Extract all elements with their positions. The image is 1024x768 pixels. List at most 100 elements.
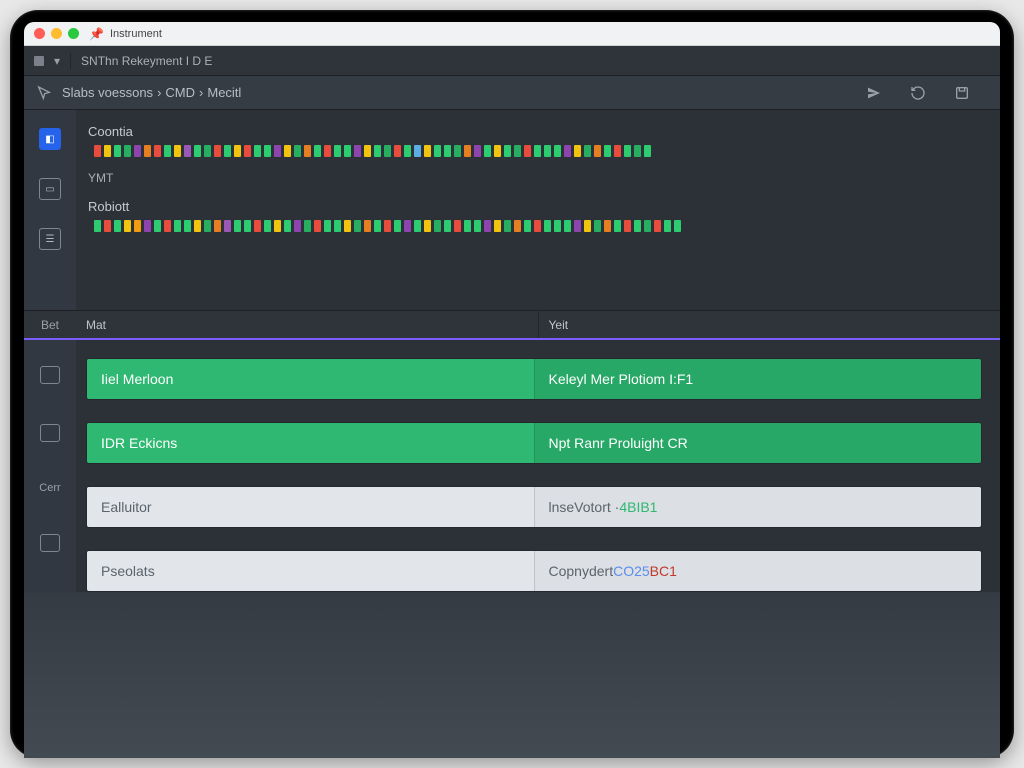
close-icon[interactable]: [34, 28, 45, 39]
code-token: [274, 220, 281, 232]
code-token: [164, 220, 171, 232]
panel-gutter-icon[interactable]: [40, 424, 60, 442]
save-icon[interactable]: [954, 85, 970, 101]
code-token: [334, 145, 341, 157]
code-token: [344, 220, 351, 232]
code-token: [474, 145, 481, 157]
code-token: [324, 220, 331, 232]
panel-cell-left: Ealluitor: [87, 487, 534, 527]
code-token: [214, 220, 221, 232]
code-token: [354, 220, 361, 232]
cell-token: CO25: [613, 563, 650, 579]
code-token: [544, 145, 551, 157]
code-token: [634, 220, 641, 232]
code-token: [224, 220, 231, 232]
code-token: [394, 145, 401, 157]
code-token: [294, 145, 301, 157]
toolbar-left-group: Slabs voessons › CMD › Mecitl: [36, 85, 241, 101]
code-token: [284, 220, 291, 232]
cursor-icon[interactable]: [36, 85, 52, 101]
code-token: [144, 220, 151, 232]
maximize-icon[interactable]: [68, 28, 79, 39]
code-token: [374, 220, 381, 232]
gutter-window-icon[interactable]: ▭: [39, 178, 61, 200]
code-token: [404, 220, 411, 232]
tab-square-icon[interactable]: [34, 56, 44, 66]
gutter-app-icon[interactable]: ◧: [39, 128, 61, 150]
panel-gutter-icon[interactable]: [40, 534, 60, 552]
cell-token: BC1: [650, 563, 677, 579]
panel-row[interactable]: Iiel Merloon Keleyl Mer Plotiom I:F1: [86, 358, 982, 400]
code-token: [514, 145, 521, 157]
code-token: [194, 145, 201, 157]
code-token: [394, 220, 401, 232]
code-token: [484, 145, 491, 157]
code-token-line: [94, 220, 982, 232]
code-token: [94, 220, 101, 232]
code-token: [384, 145, 391, 157]
code-token: [154, 145, 161, 157]
code-token: [314, 220, 321, 232]
gutter-layers-icon[interactable]: ☰: [39, 228, 61, 250]
code-token: [564, 220, 571, 232]
code-token: [354, 145, 361, 157]
panel-row[interactable]: IDR Eckicns Npt Ranr Proluight CR: [86, 422, 982, 464]
empty-footer-area: [24, 592, 1000, 758]
code-token: [604, 220, 611, 232]
code-token: [504, 220, 511, 232]
code-token: [264, 220, 271, 232]
code-token: [564, 145, 571, 157]
minimize-icon[interactable]: [51, 28, 62, 39]
toolbar: Slabs voessons › CMD › Mecitl: [24, 76, 1000, 110]
code-token: [364, 220, 371, 232]
editor-tabbar: ▾ SNThn Rekeyment I D E: [24, 46, 1000, 76]
code-token-line: [94, 145, 982, 157]
code-area[interactable]: Coontia YMT Robiott: [76, 110, 1000, 310]
left-tool-gutter: ◧ ▭ ☰: [24, 110, 76, 310]
code-token: [264, 145, 271, 157]
code-token: [324, 145, 331, 157]
panel-header-col-left[interactable]: Mat: [76, 318, 538, 332]
code-token: [214, 145, 221, 157]
code-region: ◧ ▭ ☰ Coontia YMT Robiott: [24, 110, 1000, 310]
panel-gutter-icon[interactable]: [40, 366, 60, 384]
code-token: [604, 145, 611, 157]
cell-token: 4BIB1: [619, 499, 657, 515]
os-titlebar: 📌 Instrument: [24, 22, 1000, 46]
code-token: [534, 145, 541, 157]
code-token: [444, 145, 451, 157]
code-token: [294, 220, 301, 232]
code-token: [174, 145, 181, 157]
code-token: [164, 145, 171, 157]
panel-header-gutter-label[interactable]: Bet: [24, 318, 76, 332]
code-token: [434, 145, 441, 157]
tab-caret-icon[interactable]: ▾: [54, 54, 60, 68]
refresh-icon[interactable]: [910, 85, 926, 101]
code-token: [534, 220, 541, 232]
code-token: [254, 145, 261, 157]
code-token: [554, 220, 561, 232]
code-token: [644, 145, 651, 157]
code-token: [244, 220, 251, 232]
code-token: [484, 220, 491, 232]
send-icon[interactable]: [866, 85, 882, 101]
code-token: [374, 145, 381, 157]
code-token: [574, 220, 581, 232]
code-token: [124, 220, 131, 232]
breadcrumb-part-3: Mecitl: [207, 85, 241, 100]
code-token: [574, 145, 581, 157]
panel-row[interactable]: Pseolats Copnydert CO25 BC1: [86, 550, 982, 592]
code-token: [184, 220, 191, 232]
code-section-label: YMT: [88, 171, 982, 185]
code-token: [644, 220, 651, 232]
code-token: [104, 145, 111, 157]
workspace: ◧ ▭ ☰ Coontia YMT Robiott: [24, 110, 1000, 758]
tab-main[interactable]: SNThn Rekeyment I D E: [81, 54, 212, 68]
code-token: [134, 145, 141, 157]
breadcrumb[interactable]: Slabs voessons › CMD › Mecitl: [62, 85, 241, 100]
panel-header: Bet Mat Yeit: [24, 310, 1000, 340]
panel-header-col-right[interactable]: Yeit: [539, 318, 1001, 332]
pin-icon: 📌: [89, 27, 104, 41]
code-token: [584, 220, 591, 232]
panel-row[interactable]: Ealluitor lnseVotort · 4BIB1: [86, 486, 982, 528]
